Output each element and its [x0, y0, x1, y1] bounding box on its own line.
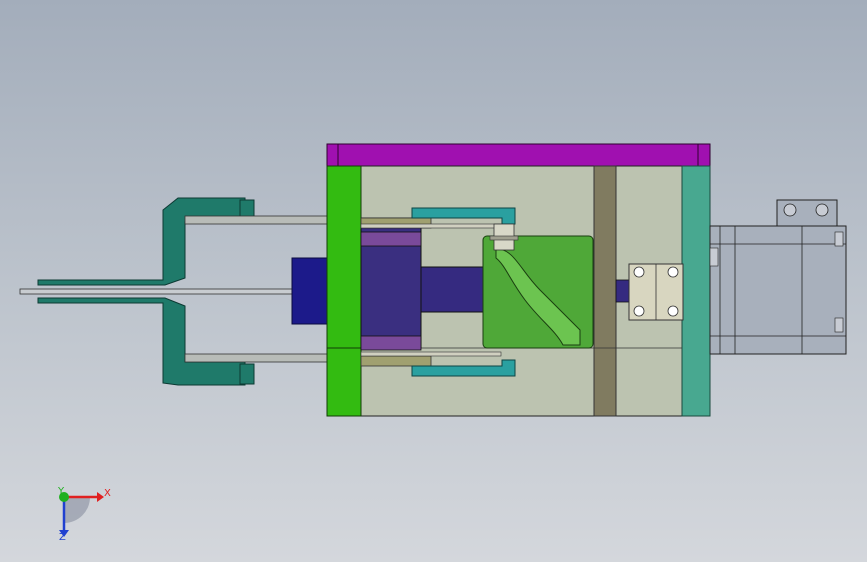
- cam-barrel: [482, 223, 594, 349]
- nozzle-rod: [19, 288, 321, 295]
- shaft: [420, 266, 484, 313]
- x-axis-label: X: [104, 488, 111, 499]
- nozzle-hub: [291, 257, 329, 325]
- left-plate: [326, 165, 362, 417]
- support-bar: [593, 165, 617, 417]
- assembly-drawing: X Y Z: [19, 143, 847, 543]
- orientation-triad: X Y Z: [57, 486, 111, 543]
- right-plate: [681, 165, 711, 417]
- z-axis-label: Z: [59, 532, 66, 543]
- y-axis-label: Y: [57, 486, 65, 497]
- servo-motor[interactable]: [709, 199, 847, 355]
- top-plate: [326, 143, 711, 167]
- cad-viewport[interactable]: X Y Z: [0, 0, 867, 562]
